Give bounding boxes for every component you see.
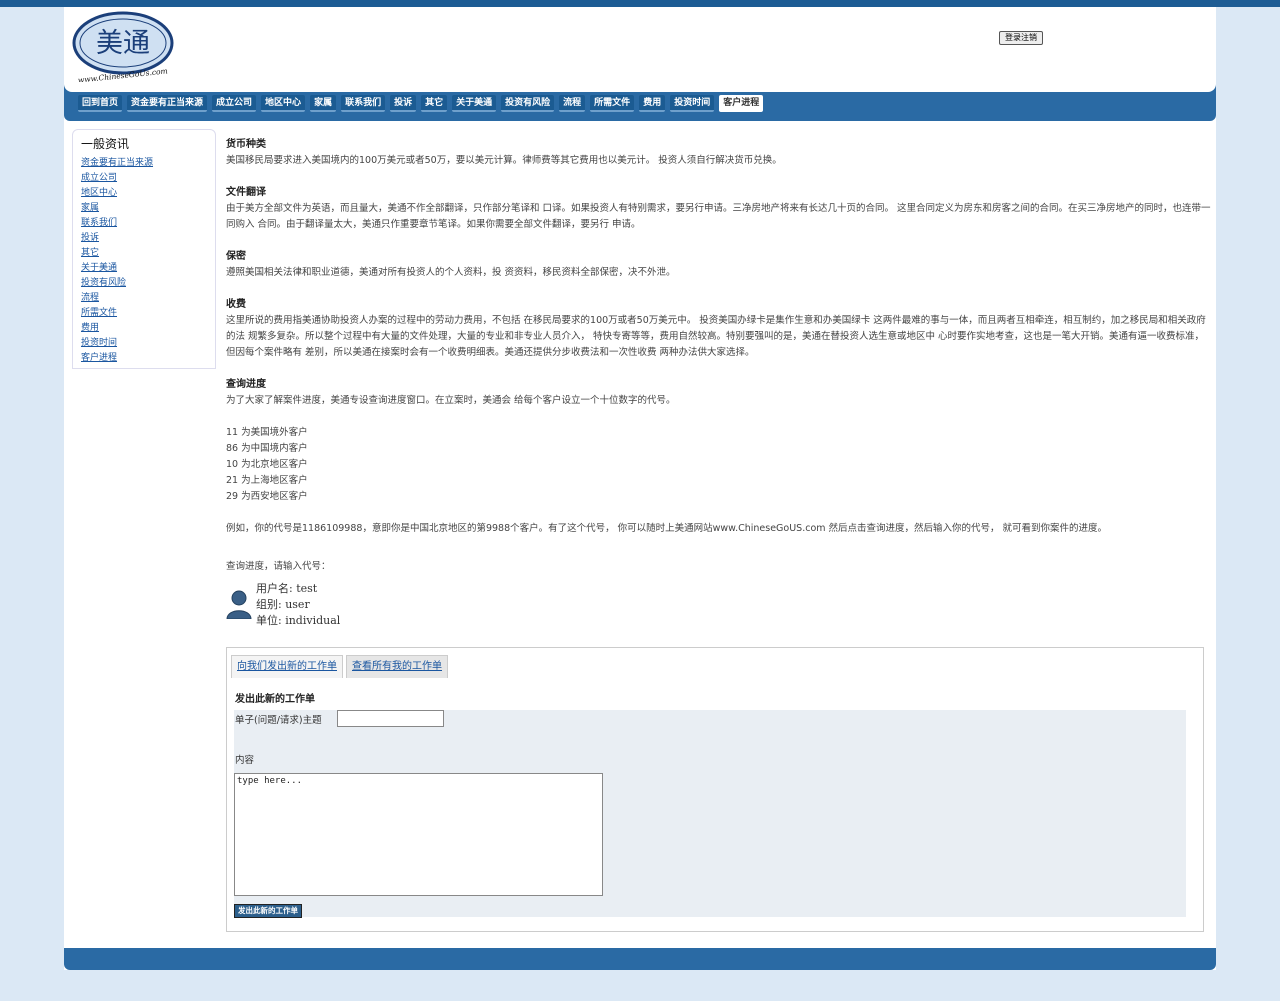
example-text: 例如，你的代号是1186109988，意即你是中国北京地区的第9988个客户。有…: [226, 523, 1108, 534]
section-currency: 货币种类 美国移民局要求进入美国境内的100万美元或者50万，要以美元计算。律师…: [226, 137, 1211, 169]
submit-ticket-button[interactable]: 发出此新的工作单: [234, 904, 302, 918]
sidebar-link-funds-source[interactable]: 资金要有正当来源: [81, 156, 207, 171]
content-textarea[interactable]: type here...: [234, 773, 603, 896]
nav-tab-funds-source[interactable]: 资金要有正当来源: [127, 95, 208, 112]
query-prompt: 查询进度，请输入代号：: [226, 561, 331, 572]
user-details: 用户名: test 组别: user 单位: individual: [256, 581, 340, 629]
nav-tab-company[interactable]: 成立公司: [212, 95, 257, 112]
form-title: 发出此新的工作单: [235, 694, 315, 705]
section-text: 为了大家了解案件进度，美通专设查询进度窗口。在立案时，美通会 给每个客户设立一个…: [226, 395, 676, 406]
nav-tab-complaint[interactable]: 投诉: [390, 95, 417, 112]
list-item: 29 为西安地区客户: [226, 491, 308, 502]
logo-emblem: 美通 www.ChineseGoUs.com: [72, 11, 174, 85]
sidebar: 一般资讯 资金要有正当来源 成立公司 地区中心 家属 联系我们 投诉 其它 关于…: [72, 129, 216, 369]
list-item: 10 为北京地区客户: [226, 459, 308, 470]
site-logo[interactable]: 美通 www.ChineseGoUs.com: [72, 10, 176, 85]
sidebar-link-other[interactable]: 其它: [81, 246, 207, 261]
page-container: 美通 www.ChineseGoUs.com 登录注销 回到首页 资金要有正当来…: [64, 7, 1216, 970]
section-title: 保密: [226, 251, 246, 262]
login-logout-button[interactable]: 登录注销: [999, 31, 1043, 45]
ticket-tabs: 向我们发出新的工作单 查看所有我的工作单: [231, 655, 448, 678]
list-item: 11 为美国境外客户: [226, 427, 308, 438]
nav-tab-process[interactable]: 流程: [559, 95, 586, 112]
content-label: 内容: [235, 755, 255, 766]
nav-tab-timeline[interactable]: 投资时间: [670, 95, 715, 112]
top-bar: [0, 0, 1280, 7]
subject-label: 单子(问题/请求)主题: [235, 715, 322, 726]
nav-tab-client-progress[interactable]: 客户进程: [719, 95, 764, 112]
section-translation: 文件翻译 由于美方全部文件为英语，而且量大，美通不作全部翻译，只作部分笔译和 口…: [226, 185, 1211, 233]
ticket-panel: 向我们发出新的工作单 查看所有我的工作单 发出此新的工作单 单子(问题/请求)主…: [226, 647, 1204, 932]
subject-input[interactable]: [337, 710, 444, 727]
nav-tab-about[interactable]: 关于美通: [452, 95, 497, 112]
nav-tab-contact[interactable]: 联系我们: [341, 95, 386, 112]
sidebar-link-client-progress[interactable]: 客户进程: [81, 351, 207, 366]
section-text: 由于美方全部文件为英语，而且量大，美通不作全部翻译，只作部分笔译和 口译。如果投…: [226, 203, 1211, 230]
user-avatar-icon: [226, 590, 252, 619]
sidebar-link-timeline[interactable]: 投资时间: [81, 336, 207, 351]
nav-tabs: 回到首页 资金要有正当来源 成立公司 地区中心 家属 联系我们 投诉 其它 关于…: [78, 95, 764, 112]
sidebar-link-fees[interactable]: 费用: [81, 321, 207, 336]
section-fees: 收费 这里所说的费用指美通协助投资人办案的过程中的劳动力费用，不包括 在移民局要…: [226, 297, 1211, 361]
main-content: 货币种类 美国移民局要求进入美国境内的100万美元或者50万，要以美元计算。律师…: [226, 137, 1211, 627]
nav-tab-home[interactable]: 回到首页: [78, 95, 123, 112]
nav-tab-fees[interactable]: 费用: [639, 95, 666, 112]
footer-bar: [64, 948, 1216, 970]
sidebar-link-company[interactable]: 成立公司: [81, 171, 207, 186]
nav-tab-other[interactable]: 其它: [421, 95, 448, 112]
sidebar-link-regional-center[interactable]: 地区中心: [81, 186, 207, 201]
section-title: 查询进度: [226, 379, 266, 390]
section-title: 文件翻译: [226, 187, 266, 198]
section-text: 美国移民局要求进入美国境内的100万美元或者50万，要以美元计算。律师费等其它费…: [226, 155, 782, 166]
group-text: 组别: user: [256, 598, 310, 611]
nav-tab-documents[interactable]: 所需文件: [590, 95, 635, 112]
section-text: 这里所说的费用指美通协助投资人办案的过程中的劳动力费用，不包括 在移民局要求的1…: [226, 315, 1206, 358]
ticket-form: 单子(问题/请求)主题 内容 type here... 发出此新的工作单: [234, 710, 1186, 918]
sidebar-link-family[interactable]: 家属: [81, 201, 207, 216]
sidebar-link-about[interactable]: 关于美通: [81, 261, 207, 276]
sidebar-link-complaint[interactable]: 投诉: [81, 231, 207, 246]
section-title: 货币种类: [226, 139, 266, 150]
sidebar-title: 一般资讯: [81, 137, 130, 151]
sidebar-link-process[interactable]: 流程: [81, 291, 207, 306]
nav-tab-family[interactable]: 家属: [310, 95, 337, 112]
section-progress-query: 查询进度 为了大家了解案件进度，美通专设查询进度窗口。在立案时，美通会 给每个客…: [226, 377, 1211, 409]
section-title: 收费: [226, 299, 246, 310]
list-item: 21 为上海地区客户: [226, 475, 308, 486]
tab-my-tickets[interactable]: 查看所有我的工作单: [346, 655, 448, 678]
list-item: 86 为中国境内客户: [226, 443, 308, 454]
nav-tab-regional-center[interactable]: 地区中心: [261, 95, 306, 112]
tab-new-ticket[interactable]: 向我们发出新的工作单: [231, 655, 343, 678]
username-text: 用户名: test: [256, 582, 318, 595]
logo-text: 美通: [96, 28, 150, 59]
user-info: 用户名: test 组别: user 单位: individual: [226, 581, 1211, 627]
section-text: 遵照美国相关法律和职业道德，美通对所有投资人的个人资料，投 资资料，移民资料全部…: [226, 267, 676, 278]
sidebar-link-risk[interactable]: 投资有风险: [81, 276, 207, 291]
unit-text: 单位: individual: [256, 614, 341, 627]
main-nav: 回到首页 资金要有正当来源 成立公司 地区中心 家属 联系我们 投诉 其它 关于…: [64, 84, 1216, 121]
section-confidentiality: 保密 遵照美国相关法律和职业道德，美通对所有投资人的个人资料，投 资资料，移民资…: [226, 249, 1211, 281]
sidebar-link-contact[interactable]: 联系我们: [81, 216, 207, 231]
sidebar-link-documents[interactable]: 所需文件: [81, 306, 207, 321]
nav-tab-risk[interactable]: 投资有风险: [501, 95, 555, 112]
client-code-list: 11 为美国境外客户 86 为中国境内客户 10 为北京地区客户 21 为上海地…: [226, 425, 1211, 505]
